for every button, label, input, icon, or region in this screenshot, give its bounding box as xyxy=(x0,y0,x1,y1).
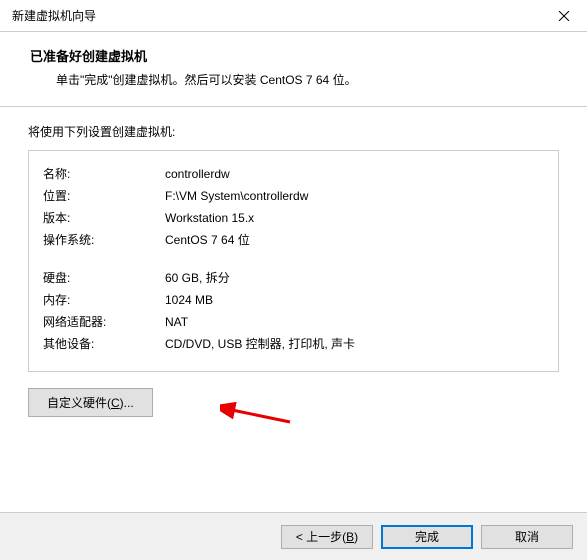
wizard-header: 已准备好创建虚拟机 单击"完成"创建虚拟机。然后可以安装 CentOS 7 64… xyxy=(0,32,587,107)
settings-key-os: 操作系统: xyxy=(43,229,165,251)
close-icon xyxy=(559,11,569,21)
settings-key-disk: 硬盘: xyxy=(43,267,165,289)
settings-key-memory: 内存: xyxy=(43,289,165,311)
settings-row: 操作系统: CentOS 7 64 位 xyxy=(43,229,544,251)
settings-val-location: F:\VM System\controllerdw xyxy=(165,185,544,207)
settings-val-memory: 1024 MB xyxy=(165,289,544,311)
settings-val-version: Workstation 15.x xyxy=(165,207,544,229)
customize-hardware-button[interactable]: 自定义硬件(C)... xyxy=(28,388,153,417)
settings-key-name: 名称: xyxy=(43,163,165,185)
settings-key-location: 位置: xyxy=(43,185,165,207)
cancel-button[interactable]: 取消 xyxy=(481,525,573,549)
settings-val-name: controllerdw xyxy=(165,163,544,185)
settings-val-os: CentOS 7 64 位 xyxy=(165,229,544,251)
settings-key-version: 版本: xyxy=(43,207,165,229)
settings-row: 内存: 1024 MB xyxy=(43,289,544,311)
settings-key-other: 其他设备: xyxy=(43,333,165,355)
settings-row: 网络适配器: NAT xyxy=(43,311,544,333)
wizard-footer: < 上一步(B) 完成 取消 xyxy=(0,512,587,560)
settings-row: 其他设备: CD/DVD, USB 控制器, 打印机, 声卡 xyxy=(43,333,544,355)
wizard-header-title: 已准备好创建虚拟机 xyxy=(30,46,557,65)
settings-val-network: NAT xyxy=(165,311,544,333)
settings-val-other: CD/DVD, USB 控制器, 打印机, 声卡 xyxy=(165,333,544,355)
settings-summary-box: 名称: controllerdw 位置: F:\VM System\contro… xyxy=(28,150,559,372)
content-area: 将使用下列设置创建虚拟机: 名称: controllerdw 位置: F:\VM… xyxy=(0,107,587,417)
settings-key-network: 网络适配器: xyxy=(43,311,165,333)
finish-button[interactable]: 完成 xyxy=(381,525,473,549)
back-button[interactable]: < 上一步(B) xyxy=(281,525,373,549)
settings-intro-label: 将使用下列设置创建虚拟机: xyxy=(28,123,559,140)
settings-row: 位置: F:\VM System\controllerdw xyxy=(43,185,544,207)
titlebar: 新建虚拟机向导 xyxy=(0,0,587,32)
settings-row: 名称: controllerdw xyxy=(43,163,544,185)
settings-val-disk: 60 GB, 拆分 xyxy=(165,267,544,289)
settings-row: 硬盘: 60 GB, 拆分 xyxy=(43,267,544,289)
wizard-header-subtitle: 单击"完成"创建虚拟机。然后可以安装 CentOS 7 64 位。 xyxy=(30,71,557,88)
settings-row: 版本: Workstation 15.x xyxy=(43,207,544,229)
close-button[interactable] xyxy=(541,0,587,32)
window-title: 新建虚拟机向导 xyxy=(12,7,96,24)
